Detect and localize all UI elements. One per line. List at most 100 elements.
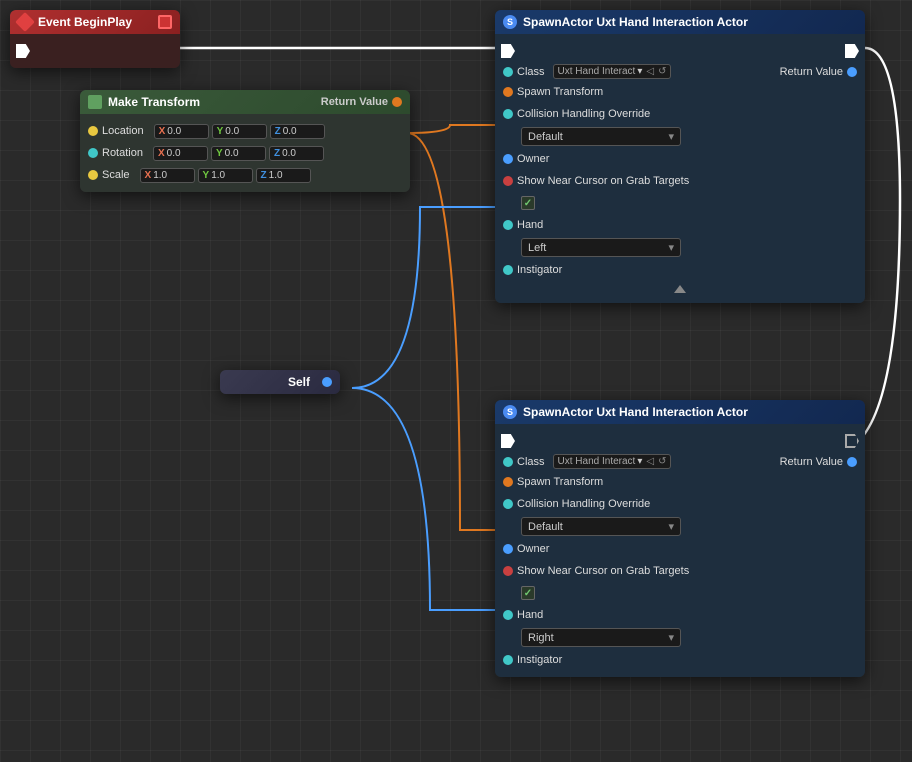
spawn-actor-2-icon: S [503, 405, 517, 419]
spawn-actor-2-title: SpawnActor Uxt Hand Interaction Actor [523, 405, 748, 419]
spawn-1-transform-label: Spawn Transform [517, 86, 603, 98]
spawn-1-cursor-row: Show Near Cursor on Grab Targets [495, 170, 865, 192]
spawn-1-collision-pin [503, 109, 513, 119]
z-label-scale: Z [261, 170, 267, 181]
spawn-1-hand-value: Left [528, 242, 546, 254]
return-value-label: Return Value [321, 96, 388, 108]
event-exec-row [10, 40, 180, 62]
spawn-actor-2-header: S SpawnActor Uxt Hand Interaction Actor [495, 400, 865, 424]
location-label: Location [102, 125, 144, 137]
spawn-1-transform-row: Spawn Transform [495, 81, 865, 103]
spawn-1-cursor-checkbox[interactable]: ✓ [521, 196, 535, 210]
rotation-z-field[interactable]: Z 0.0 [269, 146, 324, 161]
spawn-2-collision-label: Collision Handling Override [517, 498, 650, 510]
spawn-1-hand-row: Hand [495, 214, 865, 236]
spawn-2-transform-pin [503, 477, 513, 487]
spawn-1-class-row: Class Uxt Hand Interact ▾ ◁ ↺ Return Val… [495, 62, 865, 81]
spawn-2-hand-label: Hand [517, 609, 543, 621]
make-transform-node: Make Transform Return Value Location X 0… [80, 90, 410, 192]
rotation-y-field[interactable]: Y 0.0 [211, 146, 266, 161]
class-reset-icon-2[interactable]: ↺ [658, 456, 666, 467]
y-label-rot: Y [216, 148, 223, 159]
event-begin-play-body [10, 34, 180, 68]
spawn-2-collision-value: Default [528, 521, 563, 533]
spawn-1-instigator-pin [503, 265, 513, 275]
spawn-2-exec-in [501, 434, 515, 448]
spawn-2-cursor-checkbox[interactable]: ✓ [521, 586, 535, 600]
class-edit-icon[interactable]: ◁ [646, 66, 654, 77]
rotation-z-val: 0.0 [282, 148, 296, 159]
collision-dropdown-arrow-1: ▾ [668, 130, 674, 143]
spawn-1-cursor-checkbox-row: ✓ [495, 192, 865, 214]
hand-dropdown-arrow-2: ▾ [668, 631, 674, 644]
spawn-2-owner-label: Owner [517, 543, 549, 555]
spawn-1-owner-label: Owner [517, 153, 549, 165]
location-x-val: 0.0 [167, 126, 181, 137]
scale-x-val: 1.0 [153, 170, 167, 181]
spawn-2-collision-dropdown[interactable]: Default ▾ [521, 517, 681, 536]
z-label-loc: Z [275, 126, 281, 137]
spawn-1-collision-dropdown[interactable]: Default ▾ [521, 127, 681, 146]
section-arrow-1 [674, 285, 686, 293]
checkmark-2: ✓ [524, 588, 532, 599]
spawn-1-collision-label: Collision Handling Override [517, 108, 650, 120]
scale-label: Scale [102, 169, 130, 181]
hand-dropdown-arrow-1: ▾ [668, 241, 674, 254]
spawn-1-collision-value: Default [528, 131, 563, 143]
spawn-1-class-field[interactable]: Uxt Hand Interact ▾ ◁ ↺ [553, 64, 672, 79]
spawn-1-exec-row [495, 40, 865, 62]
rotation-in-pin [88, 148, 98, 158]
scale-x-field[interactable]: X 1.0 [140, 168, 195, 183]
location-y-field[interactable]: Y 0.0 [212, 124, 267, 139]
spawn-1-section-expand[interactable] [495, 281, 865, 297]
checkmark-1: ✓ [524, 198, 532, 209]
y-label-loc: Y [217, 126, 224, 137]
event-close-icon[interactable] [158, 15, 172, 29]
spawn-1-hand-dropdown[interactable]: Left ▾ [521, 238, 681, 257]
spawn-1-owner-row: Owner [495, 148, 865, 170]
spawn-2-class-row: Class Uxt Hand Interact ▾ ◁ ↺ Return Val… [495, 452, 865, 471]
spawn-1-collision-row: Collision Handling Override [495, 103, 865, 125]
spawn-1-hand-label: Hand [517, 219, 543, 231]
spawn-actor-1-title: SpawnActor Uxt Hand Interaction Actor [523, 15, 748, 29]
spawn-2-owner-pin [503, 544, 513, 554]
spawn-1-exec-out [845, 44, 859, 58]
scale-z-field[interactable]: Z 1.0 [256, 168, 311, 183]
scale-y-val: 1.0 [211, 170, 225, 181]
spawn-1-instigator-label: Instigator [517, 264, 562, 276]
spawn-2-class-field[interactable]: Uxt Hand Interact ▾ ◁ ↺ [553, 454, 672, 469]
spawn-2-hand-dropdown[interactable]: Right ▾ [521, 628, 681, 647]
class-dropdown-icon: ▾ [637, 66, 642, 77]
self-node: Self [220, 370, 340, 394]
rotation-row: Rotation X 0.0 Y 0.0 Z 0.0 [80, 142, 410, 164]
spawn-1-class-label: Class [517, 66, 545, 78]
make-transform-icon [88, 95, 102, 109]
spawn-2-hand-dropdown-row: Right ▾ [495, 626, 865, 649]
event-icon [15, 12, 35, 32]
spawn-1-instigator-row: Instigator [495, 259, 865, 281]
rotation-label: Rotation [102, 147, 143, 159]
rotation-y-val: 0.0 [225, 148, 239, 159]
y-label-scale: Y [203, 170, 210, 181]
spawn-actor-1-header: S SpawnActor Uxt Hand Interaction Actor [495, 10, 865, 34]
self-label: Self [288, 375, 310, 389]
scale-y-field[interactable]: Y 1.0 [198, 168, 253, 183]
location-in-pin [88, 126, 98, 136]
event-begin-play-header: Event BeginPlay [10, 10, 180, 34]
spawn-2-cursor-row: Show Near Cursor on Grab Targets [495, 560, 865, 582]
event-begin-play-title: Event BeginPlay [38, 15, 132, 29]
class-reset-icon[interactable]: ↺ [658, 66, 666, 77]
location-x-field[interactable]: X 0.0 [154, 124, 209, 139]
class-edit-icon-2[interactable]: ◁ [646, 456, 654, 467]
rotation-x-field[interactable]: X 0.0 [153, 146, 208, 161]
spawn-2-cursor-checkbox-row: ✓ [495, 582, 865, 604]
spawn-1-return-label: Return Value [780, 66, 843, 78]
spawn-actor-2-body: Class Uxt Hand Interact ▾ ◁ ↺ Return Val… [495, 424, 865, 677]
return-value-pin [392, 97, 402, 107]
class-dropdown-icon-2: ▾ [637, 456, 642, 467]
spawn-1-transform-pin [503, 87, 513, 97]
spawn-actor-2-node: S SpawnActor Uxt Hand Interaction Actor … [495, 400, 865, 677]
exec-out-pin [16, 44, 30, 58]
location-z-field[interactable]: Z 0.0 [270, 124, 325, 139]
spawn-1-exec-in [501, 44, 515, 58]
